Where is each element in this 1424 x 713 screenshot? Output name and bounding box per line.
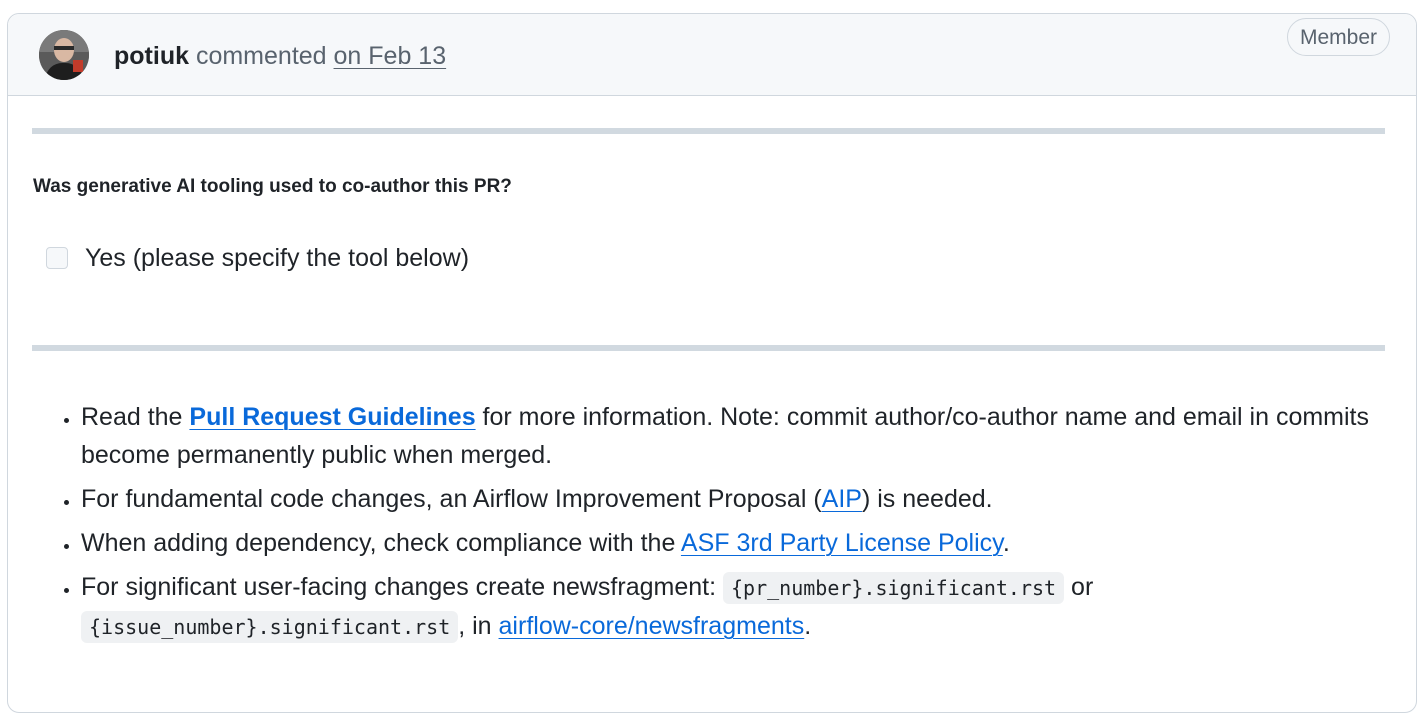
newsfragments-link[interactable]: airflow-core/newsfragments (499, 612, 805, 640)
aip-link[interactable]: AIP (822, 485, 862, 513)
horizontal-rule-top (32, 128, 1385, 134)
avatar[interactable] (39, 30, 89, 80)
comment-action: commented (195, 42, 327, 70)
task-checkbox[interactable] (46, 247, 68, 269)
comment-header: potiuk commented on Feb 13 Member (8, 14, 1416, 96)
task-label: Yes (please specify the tool below) (85, 244, 470, 272)
list-item: For fundamental code changes, an Airflow… (81, 480, 1421, 518)
horizontal-rule-bottom (32, 345, 1385, 351)
list-item-text: or (1064, 573, 1094, 601)
task-list-item: Yes (please specify the tool below) (46, 241, 469, 275)
list-item-text: For fundamental code changes, an Airflow… (81, 485, 822, 513)
code-pr-number: {pr_number}.significant.rst (722, 572, 1065, 604)
list-item: Read the Pull Request Guidelines for mor… (81, 398, 1421, 474)
pull-request-guidelines-link[interactable]: Pull Request Guidelines (189, 403, 475, 431)
list-item-text: When adding dependency, check compliance… (81, 529, 681, 557)
comment-meta: potiuk commented on Feb 13 (114, 41, 446, 71)
asf-license-policy-link[interactable]: ASF 3rd Party License Policy (681, 529, 1003, 557)
code-issue-number: {issue_number}.significant.rst (81, 611, 459, 643)
list-item-text: , in (458, 612, 499, 640)
ai-question-heading: Was generative AI tooling used to co-aut… (33, 176, 512, 197)
list-item-text: . (1002, 529, 1010, 557)
list-item-text: . (804, 612, 812, 640)
list-item: When adding dependency, check compliance… (81, 524, 1421, 562)
list-item: For significant user-facing changes crea… (81, 568, 1421, 646)
list-item-text: ) is needed. (861, 485, 993, 513)
timestamp-link[interactable]: on Feb 13 (334, 42, 447, 70)
list-item-text: For significant user-facing changes crea… (81, 573, 723, 601)
list-item-text: Read the (81, 403, 190, 431)
user-avatar-photo-icon (39, 30, 89, 80)
member-badge: Member (1286, 18, 1390, 56)
author-link[interactable]: potiuk (114, 42, 189, 70)
guidelines-list: Read the Pull Request Guidelines for mor… (55, 398, 1421, 652)
